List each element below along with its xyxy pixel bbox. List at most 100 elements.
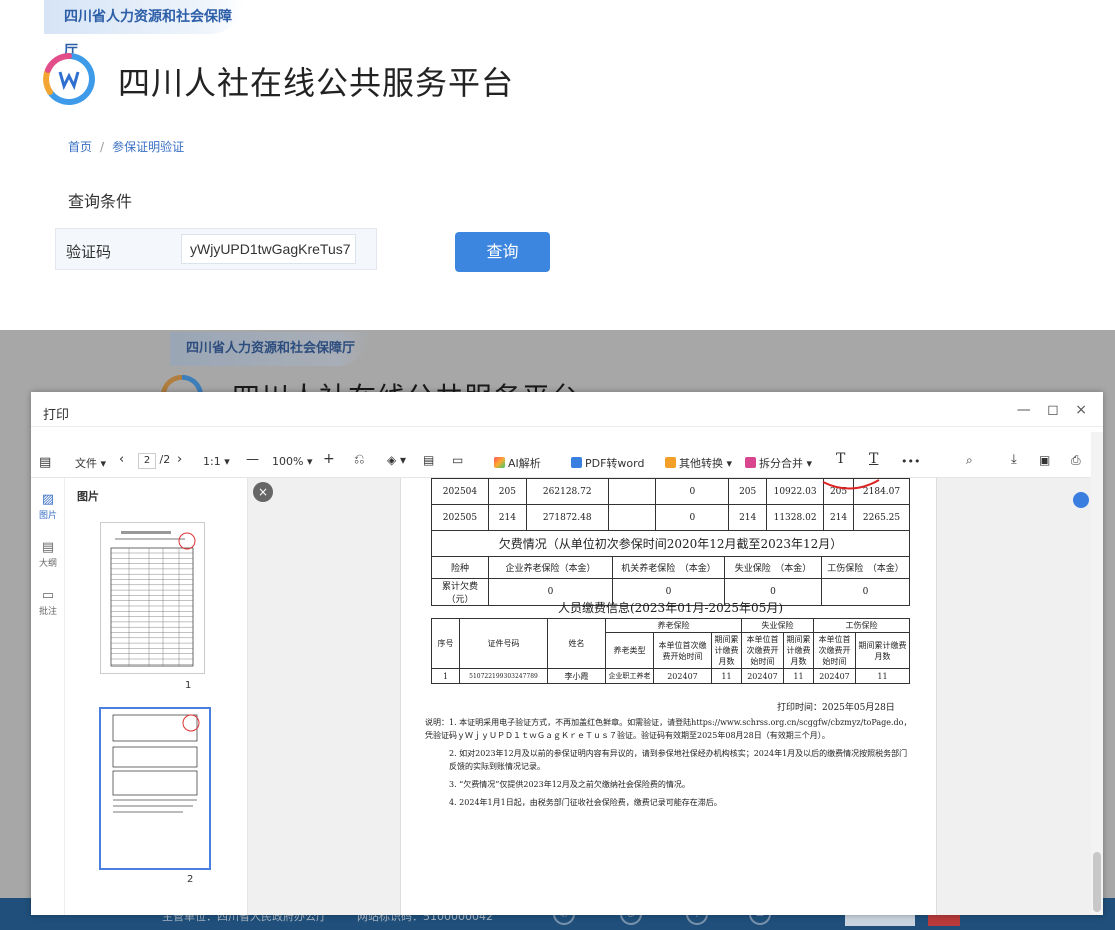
page-number-input[interactable]: 2 <box>138 453 156 469</box>
person-cell: 李小霞 <box>547 668 606 684</box>
verification-code-input[interactable]: yWjyUPD1twGagKreTus7 <box>181 234 356 264</box>
person-cell: 202407 <box>741 668 784 684</box>
text-underline-icon[interactable]: T <box>869 451 878 467</box>
print-dialog: 打印 — ◻ × ▤ 文件 ▾ ‹ 2 /2 › 1:1 ▾ — 100% ▾ … <box>31 392 1103 915</box>
sidebar-tab-comments[interactable]: ▭ 批注 <box>31 588 65 617</box>
summary-cell: 11328.02 <box>766 504 825 531</box>
person-info-table: 序号 证件号码 姓名 养老保险 失业保险 工伤保险 养老类型 本单位首次缴费开始… <box>431 618 910 684</box>
actual-size-icon[interactable]: 1:1 ▾ <box>203 455 230 468</box>
other-convert-button[interactable]: 其他转换 ▾ <box>665 455 732 471</box>
zoom-select[interactable]: 100% ▾ <box>272 455 312 468</box>
sidebar-tab-outline-label: 大纲 <box>38 559 57 569</box>
thumbnail-1-preview <box>110 531 196 667</box>
summary-cell: 262128.72 <box>525 478 609 505</box>
more-menu[interactable]: ••• <box>901 455 920 468</box>
page-thumbnail-2[interactable] <box>99 707 211 870</box>
breadcrumb: 首页 / 参保证明验证 <box>68 138 184 155</box>
split-merge-button[interactable]: 拆分合并 ▾ <box>745 455 812 471</box>
summary-row: 202505 214 271872.48 0 214 11328.02 214 2265.25 <box>431 504 910 531</box>
scrollbar-thumb[interactable] <box>1093 852 1101 912</box>
zoom-in-icon[interactable]: + <box>323 451 335 467</box>
person-header-id: 证件号码 <box>459 618 548 669</box>
single-page-icon[interactable]: ▤ <box>423 453 434 467</box>
page-indicator: 2 /2 <box>138 453 170 469</box>
search-icon[interactable]: ⌕ <box>966 453 973 468</box>
file-menu[interactable]: 文件 ▾ <box>75 455 106 471</box>
print-time: 打印时间：2025年05月28日 <box>777 703 895 713</box>
query-page: 四川省人力资源和社会保障厅 四川人社在线公共服务平台 首页 / 参保证明验证 查询条… <box>0 0 1115 330</box>
person-header-name: 姓名 <box>547 618 606 669</box>
text-tool-icon[interactable]: T <box>836 451 845 467</box>
summary-cell: 0 <box>655 504 730 531</box>
query-button[interactable]: 查询 <box>455 232 550 272</box>
underlay-department-label: 四川省人力资源和社会保障厅 <box>170 332 370 366</box>
close-thumbnail-panel-button[interactable]: × <box>253 482 273 502</box>
ai-parse-button[interactable]: AI解析 <box>494 455 541 471</box>
person-cell: 1 <box>431 668 460 684</box>
next-page-icon[interactable]: › <box>177 452 182 467</box>
arrears-header-cell: 险种 <box>431 556 489 579</box>
summary-cell: 202504 <box>431 478 489 505</box>
verification-code-label: 验证码 <box>66 243 112 261</box>
document-page: 202504 205 262128.72 0 205 10922.03 205 2184.07… <box>400 478 937 915</box>
dialog-divider <box>31 426 1103 427</box>
page-total: /2 <box>159 453 171 466</box>
zoom-out-icon[interactable]: — <box>246 452 259 467</box>
thumbnail-2-preview <box>112 714 200 813</box>
print-icon[interactable]: ⎙ <box>1071 453 1081 468</box>
query-section-title: 查询条件 <box>68 192 133 211</box>
assistant-icon[interactable] <box>1073 492 1089 508</box>
summary-cell: 214 <box>823 504 855 531</box>
person-cell: 11 <box>783 668 814 684</box>
person-header-u-first: 本单位首次缴费开始时间 <box>741 632 784 669</box>
site-logo-icon <box>43 53 95 105</box>
convert-icon <box>665 457 676 468</box>
window-controls[interactable]: — ◻ × <box>1017 402 1093 418</box>
person-header-i-first: 本单位首次缴费开始时间 <box>813 632 856 669</box>
person-header-i-months: 期间累计缴费月数 <box>855 632 910 669</box>
save-icon[interactable]: ▣ <box>1039 453 1050 467</box>
scrollbar[interactable] <box>1091 432 1103 915</box>
person-header-seq: 序号 <box>431 618 460 669</box>
other-convert-label: 其他转换 <box>679 457 723 470</box>
summary-cell: 10922.03 <box>766 478 825 505</box>
rotate-icon[interactable]: ⎌ <box>354 452 364 467</box>
person-header-months: 期间累计缴费月数 <box>711 632 742 669</box>
sidebar-tab-outline[interactable]: ▤ 大纲 <box>31 540 65 569</box>
fill-color-icon[interactable]: ◈ ▾ <box>387 453 406 467</box>
pdf-to-word-button[interactable]: PDF转word <box>571 455 644 471</box>
outline-icon: ▤ <box>41 540 55 555</box>
person-header-unemployment: 失业保险 <box>741 618 814 633</box>
note-item: 2. 如对2023年12月及以前的参保证明内容有异议的，请到参保地社保经办机构核… <box>449 749 908 771</box>
person-header-pension-type: 养老类型 <box>605 632 654 669</box>
seal-edge-icon <box>822 479 880 490</box>
image-icon: ▨ <box>41 492 55 507</box>
prev-page-icon[interactable]: ‹ <box>119 452 124 467</box>
arrears-header-cell: 失业保险 （本金） <box>724 556 822 579</box>
sidebar-tab-images-label: 图片 <box>38 511 57 521</box>
summary-cell: 214 <box>728 504 768 531</box>
sidebar-tabs: ▨ 图片 ▤ 大纲 ▭ 批注 <box>31 478 65 915</box>
breadcrumb-separator: / <box>100 140 105 154</box>
summary-cell: 271872.48 <box>525 504 609 531</box>
sidebar-tab-images[interactable]: ▨ 图片 <box>31 492 65 521</box>
pdf-toolbar: ▤ 文件 ▾ ‹ 2 /2 › 1:1 ▾ — 100% ▾ + ⎌ ◈ ▾ ▤… <box>31 446 1091 478</box>
breadcrumb-current: 参保证明验证 <box>112 140 185 154</box>
word-icon <box>571 457 582 468</box>
person-cell: 202407 <box>653 668 712 684</box>
arrears-header-cell: 工伤保险 （本金） <box>821 556 910 579</box>
breadcrumb-home-link[interactable]: 首页 <box>68 140 92 154</box>
sidebar-tab-comments-label: 批注 <box>38 607 57 617</box>
notes-section: 说明：1. 本证明采用电子验证方式，不再加盖红色鲜章。如需验证，请登陆https… <box>425 716 915 814</box>
sidebar-toggle-icon[interactable]: ▤ <box>39 455 51 470</box>
page-thumbnail-1[interactable] <box>100 522 205 674</box>
split-merge-label: 拆分合并 <box>759 457 803 470</box>
arrears-header-cell: 机关养老保险 （本金） <box>612 556 725 579</box>
person-cell: 11 <box>855 668 910 684</box>
page-thumbnail-2-number: 2 <box>187 874 194 885</box>
person-info-title: 人员缴费信息(2023年01月-2025年05月) <box>557 601 784 615</box>
arrears-title: 欠费情况（从单位初次参保时间2020年12月截至2023年12月） <box>431 530 910 556</box>
comment-icon[interactable]: ▭ <box>452 453 463 467</box>
download-icon[interactable]: ⤓ <box>1011 452 1017 467</box>
note-item: 说明：1. 本证明采用电子验证方式，不再加盖红色鲜章。如需验证，请登陆https… <box>425 718 912 740</box>
